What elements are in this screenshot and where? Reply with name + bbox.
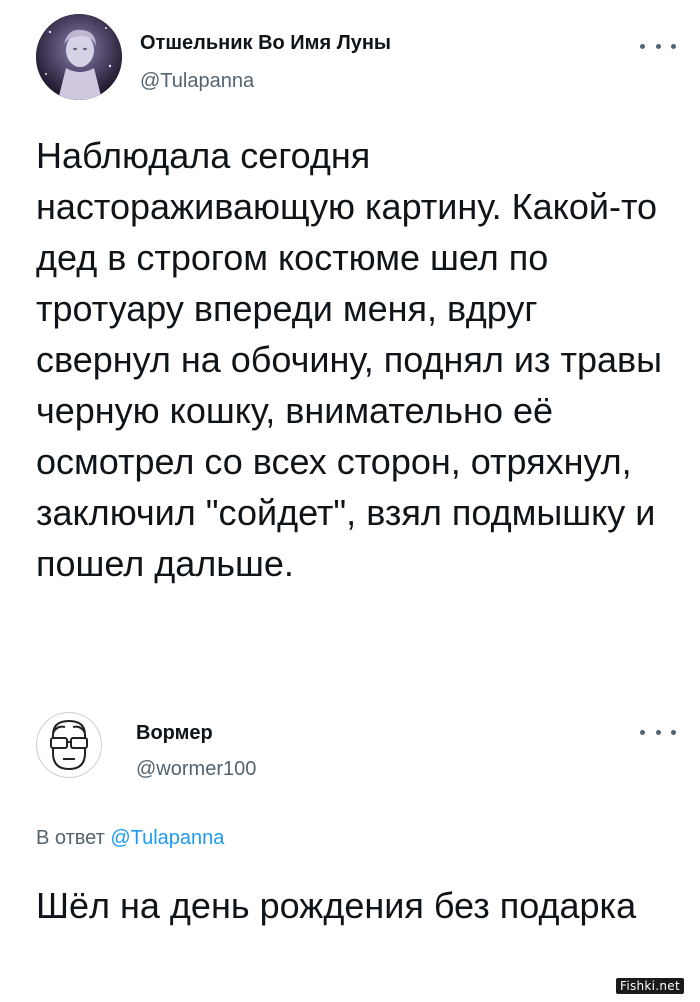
reply-tweet-header: Вормер @wormer100	[36, 704, 676, 794]
glasses-face-avatar-icon[interactable]	[36, 712, 102, 778]
reply-tweet-text: Шёл на день рождения без подарка	[36, 885, 637, 926]
reply-mention-link[interactable]: @Tulapanna	[110, 827, 224, 849]
author-name[interactable]: Отшельник Во Имя Луны	[140, 32, 391, 55]
tweet-text: Наблюдала сегодня настораживающую картин…	[36, 135, 663, 584]
watermark: Fishki.net	[615, 978, 684, 994]
original-tweet: Отшельник Во Имя Луны @Tulapanna Наблюда…	[0, 0, 700, 700]
statue-avatar-icon[interactable]	[36, 14, 122, 100]
reply-author-name[interactable]: Вормер	[136, 722, 213, 745]
reply-more-options-icon[interactable]	[640, 722, 676, 742]
reply-context: В ответ @Tulapanna	[36, 827, 224, 850]
reply-author-handle[interactable]: @wormer100	[136, 758, 256, 781]
original-tweet-header: Отшельник Во Имя Луны @Tulapanna	[36, 14, 676, 104]
author-handle[interactable]: @Tulapanna	[140, 70, 254, 93]
reply-tweet: Вормер @wormer100	[0, 700, 700, 1002]
reply-prefix: В ответ	[36, 827, 105, 849]
more-options-icon[interactable]	[640, 36, 676, 56]
